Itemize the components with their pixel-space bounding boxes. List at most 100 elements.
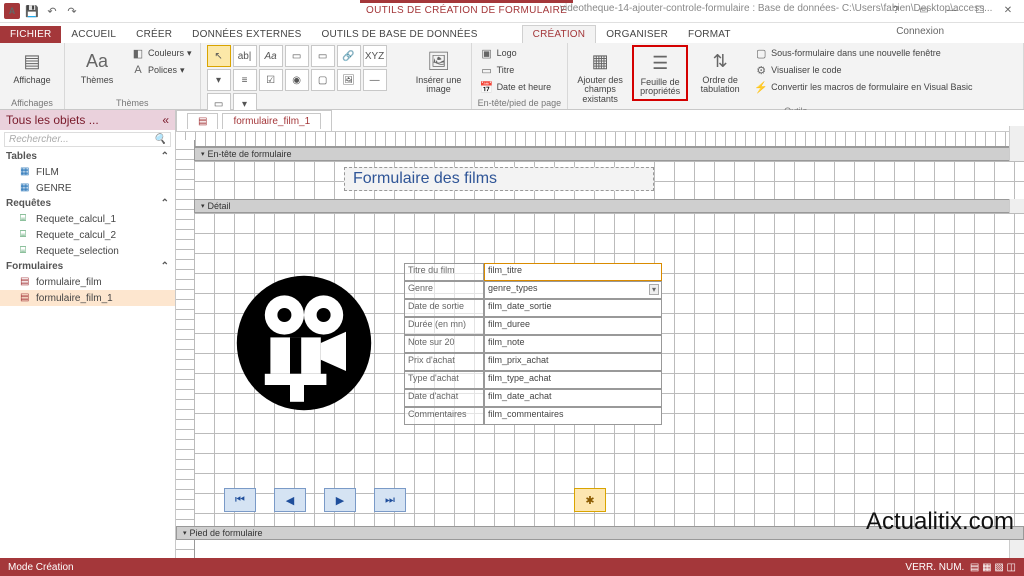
undo-icon[interactable]: ↶ bbox=[44, 3, 60, 19]
app-icon: A bbox=[4, 3, 20, 19]
view-code-button[interactable]: ⚙Visualiser le code bbox=[752, 62, 974, 78]
object-icon: ▦ bbox=[20, 166, 32, 178]
nav-item[interactable]: ▦GENRE bbox=[0, 180, 175, 196]
tab-control-icon: ▭ bbox=[311, 45, 335, 67]
field-label[interactable]: Prix d'achat bbox=[404, 353, 484, 371]
form-field-row[interactable]: Titre du filmfilm_titre bbox=[404, 263, 662, 281]
redo-icon[interactable]: ↷ bbox=[64, 3, 80, 19]
close-icon[interactable]: ✕ bbox=[994, 0, 1022, 20]
new-record-button[interactable]: ✱ bbox=[574, 488, 606, 512]
fonts-button[interactable]: APolices ▾ bbox=[129, 62, 194, 78]
login-link[interactable]: Connexion bbox=[896, 26, 944, 37]
nav-section-tables[interactable]: Tables⌃ bbox=[0, 149, 175, 164]
field-control[interactable]: film_type_achat bbox=[484, 371, 662, 389]
last-record-button[interactable]: ⏭ bbox=[374, 488, 406, 512]
prev-record-button[interactable]: ◀ bbox=[274, 488, 306, 512]
field-control[interactable]: film_commentaires bbox=[484, 407, 662, 425]
image-icon: 🖼 bbox=[425, 47, 453, 75]
field-label[interactable]: Date de sortie bbox=[404, 299, 484, 317]
nav-item[interactable]: ▤formulaire_film bbox=[0, 274, 175, 290]
tab-home[interactable]: ACCUEIL bbox=[61, 26, 126, 43]
tab-create[interactable]: CRÉER bbox=[126, 26, 182, 43]
option-control-icon: ◉ bbox=[285, 69, 309, 91]
colors-button[interactable]: ◧Couleurs ▾ bbox=[129, 45, 194, 61]
first-record-button[interactable]: ⏮ bbox=[224, 488, 256, 512]
tab-db-tools[interactable]: OUTILS DE BASE DE DONNÉES bbox=[312, 26, 488, 43]
tab-design[interactable]: CRÉATION bbox=[522, 25, 597, 43]
camera-image[interactable] bbox=[234, 273, 374, 413]
form-field-row[interactable]: Prix d'achatfilm_prix_achat bbox=[404, 353, 662, 371]
subform-button[interactable]: ▢Sous-formulaire dans une nouvelle fenêt… bbox=[752, 45, 974, 61]
subform-icon: ▢ bbox=[754, 46, 768, 60]
nav-search-input[interactable]: Rechercher...🔍 bbox=[4, 132, 171, 147]
add-existing-fields-button[interactable]: ▦ Ajouter des champs existants bbox=[574, 45, 626, 106]
insert-image-button[interactable]: 🖼 Insérer une image bbox=[413, 45, 465, 97]
nav-item[interactable]: ⌸Requete_calcul_2 bbox=[0, 227, 175, 243]
form-field-row[interactable]: Durée (en mn)film_duree bbox=[404, 317, 662, 335]
nav-item[interactable]: ▦FILM bbox=[0, 164, 175, 180]
save-icon[interactable]: 💾 bbox=[24, 3, 40, 19]
macro-icon: ⚡ bbox=[754, 80, 768, 94]
label-control-icon: Aa bbox=[259, 45, 283, 67]
themes-button[interactable]: Aa Thèmes bbox=[71, 45, 123, 87]
next-record-button[interactable]: ▶ bbox=[324, 488, 356, 512]
form-field-row[interactable]: Genregenre_types bbox=[404, 281, 662, 299]
datetime-button[interactable]: 📅Date et heure bbox=[478, 79, 554, 95]
nav-item[interactable]: ⌸Requete_calcul_1 bbox=[0, 211, 175, 227]
tab-order-button[interactable]: ⇅ Ordre de tabulation bbox=[694, 45, 746, 97]
contextual-tab-label: OUTILS DE CRÉATION DE FORMULAIRE bbox=[360, 0, 573, 16]
status-numlock: VERR. NUM. bbox=[905, 562, 964, 573]
field-control[interactable]: film_date_sortie bbox=[484, 299, 662, 317]
form-detail-section[interactable]: Titre du filmfilm_titreGenregenre_typesD… bbox=[194, 213, 1024, 533]
form-header-section[interactable]: Formulaire des films bbox=[194, 161, 1024, 199]
tab-format[interactable]: FORMAT bbox=[678, 26, 741, 43]
field-label[interactable]: Type d'achat bbox=[404, 371, 484, 389]
field-control[interactable]: film_note bbox=[484, 335, 662, 353]
fonts-icon: A bbox=[131, 63, 145, 77]
link-control-icon: 🔗 bbox=[337, 45, 361, 67]
logo-icon: ▣ bbox=[480, 46, 494, 60]
field-control[interactable]: film_duree bbox=[484, 317, 662, 335]
nav-item[interactable]: ▤formulaire_film_1 bbox=[0, 290, 175, 306]
tab-file[interactable]: FICHIER bbox=[0, 26, 61, 43]
logo-button[interactable]: ▣Logo bbox=[478, 45, 554, 61]
navigation-pane: Tous les objets ...« Rechercher...🔍 Tabl… bbox=[0, 110, 176, 558]
list-control-icon: ≡ bbox=[233, 69, 257, 91]
view-button[interactable]: ▤ Affichage bbox=[6, 45, 58, 87]
field-label[interactable]: Commentaires bbox=[404, 407, 484, 425]
property-sheet-button[interactable]: ☰ Feuille de propriétés bbox=[632, 45, 688, 101]
field-label[interactable]: Date d'achat bbox=[404, 389, 484, 407]
field-label[interactable]: Titre du film bbox=[404, 263, 484, 281]
tab-external-data[interactable]: DONNÉES EXTERNES bbox=[182, 26, 311, 43]
nav-header[interactable]: Tous les objets ...« bbox=[0, 110, 175, 130]
section-header-bar[interactable]: En-tête de formulaire bbox=[194, 147, 1024, 161]
section-detail-bar[interactable]: Détail bbox=[194, 199, 1024, 213]
form-field-row[interactable]: Commentairesfilm_commentaires bbox=[404, 407, 662, 425]
form-field-row[interactable]: Date d'achatfilm_date_achat bbox=[404, 389, 662, 407]
nav-section-forms[interactable]: Formulaires⌃ bbox=[0, 259, 175, 274]
convert-macros-button[interactable]: ⚡Convertir les macros de formulaire en V… bbox=[752, 79, 974, 95]
form-icon: ▤ bbox=[187, 113, 218, 129]
minimize-icon[interactable]: — bbox=[938, 0, 966, 20]
tab-arrange[interactable]: ORGANISER bbox=[596, 26, 678, 43]
field-control[interactable]: genre_types bbox=[484, 281, 662, 299]
title-button[interactable]: ▭Titre bbox=[478, 62, 554, 78]
form-field-row[interactable]: Date de sortiefilm_date_sortie bbox=[404, 299, 662, 317]
form-field-row[interactable]: Note sur 20film_note bbox=[404, 335, 662, 353]
form-title-label[interactable]: Formulaire des films bbox=[344, 167, 654, 191]
nav-section-queries[interactable]: Requêtes⌃ bbox=[0, 196, 175, 211]
ribbon-collapse-icon[interactable]: ▭ bbox=[910, 0, 938, 20]
field-label[interactable]: Genre bbox=[404, 281, 484, 299]
nav-item[interactable]: ⌸Requete_selection bbox=[0, 243, 175, 259]
field-label[interactable]: Note sur 20 bbox=[404, 335, 484, 353]
field-control[interactable]: film_titre bbox=[484, 263, 662, 281]
help-icon[interactable]: ? bbox=[882, 0, 910, 20]
controls-gallery[interactable]: ↖ab|Aa▭▭🔗XYZ▾ ≡☑◉▢🖼—▭▾ bbox=[207, 45, 407, 115]
field-label[interactable]: Durée (en mn) bbox=[404, 317, 484, 335]
document-tab[interactable]: ▤formulaire_film_1 bbox=[176, 110, 332, 131]
maximize-icon[interactable]: ☐ bbox=[966, 0, 994, 20]
form-field-row[interactable]: Type d'achatfilm_type_achat bbox=[404, 371, 662, 389]
button-control-icon: ▭ bbox=[285, 45, 309, 67]
field-control[interactable]: film_prix_achat bbox=[484, 353, 662, 371]
field-control[interactable]: film_date_achat bbox=[484, 389, 662, 407]
